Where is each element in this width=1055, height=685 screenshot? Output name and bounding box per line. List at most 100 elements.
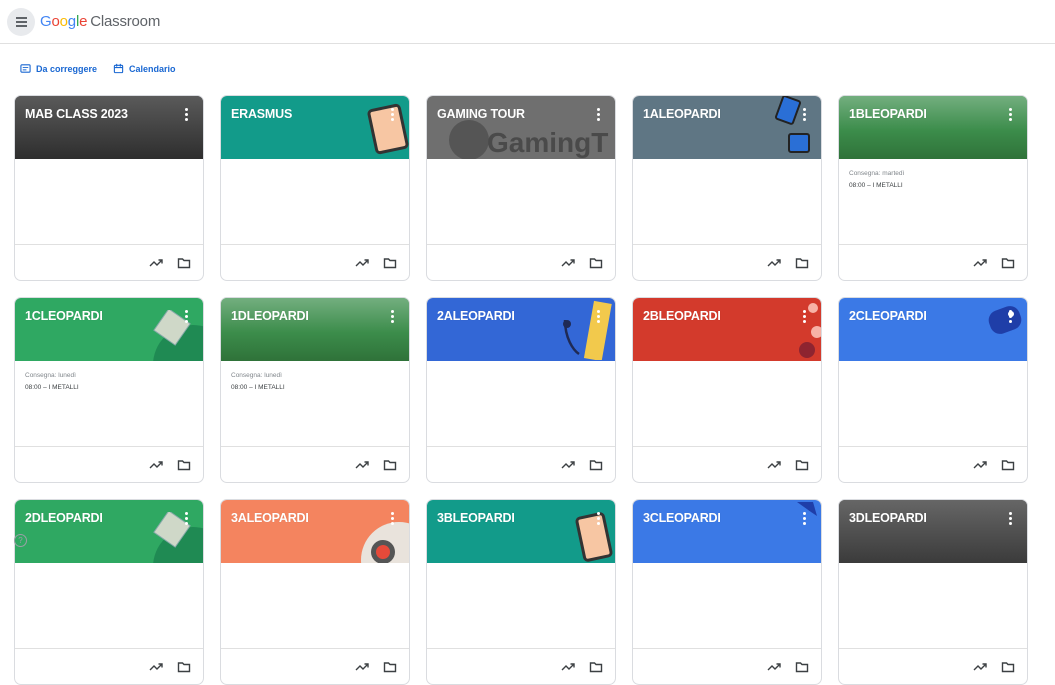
trending-up-icon[interactable] — [973, 660, 987, 674]
class-card[interactable]: 3BLEOPARDI — [426, 499, 616, 685]
folder-icon[interactable] — [1001, 660, 1015, 674]
class-title[interactable]: 3DLEOPARDI — [849, 511, 927, 525]
trending-up-icon[interactable] — [767, 458, 781, 472]
class-banner[interactable]: 3DLEOPARDI — [839, 500, 1027, 563]
trending-up-icon[interactable] — [973, 256, 987, 270]
calendar-link[interactable]: Calendario — [113, 63, 176, 74]
more-options-icon[interactable] — [181, 308, 191, 324]
help-icon[interactable]: ? — [14, 534, 27, 547]
more-options-icon[interactable] — [593, 106, 603, 122]
class-banner[interactable]: 2ALEOPARDI — [427, 298, 615, 361]
folder-icon[interactable] — [177, 660, 191, 674]
more-options-icon[interactable] — [387, 308, 397, 324]
trending-up-icon[interactable] — [561, 660, 575, 674]
folder-icon[interactable] — [383, 256, 397, 270]
class-banner[interactable]: 1ALEOPARDI — [633, 96, 821, 159]
class-title[interactable]: 1DLEOPARDI — [231, 309, 309, 323]
class-banner[interactable]: 1BLEOPARDI — [839, 96, 1027, 159]
class-card[interactable]: 1DLEOPARDI Consegna: lunedì 08:00 – I ME… — [220, 297, 410, 483]
class-card[interactable]: 3ALEOPARDI — [220, 499, 410, 685]
more-options-icon[interactable] — [181, 510, 191, 526]
folder-icon[interactable] — [589, 458, 603, 472]
more-options-icon[interactable] — [387, 106, 397, 122]
trending-up-icon[interactable] — [355, 660, 369, 674]
more-options-icon[interactable] — [799, 106, 809, 122]
folder-icon[interactable] — [589, 256, 603, 270]
class-card[interactable]: ERASMUS — [220, 95, 410, 281]
assignment-item[interactable]: 08:00 – I METALLI — [25, 382, 79, 394]
more-options-icon[interactable] — [1005, 510, 1015, 526]
trending-up-icon[interactable] — [355, 458, 369, 472]
main-menu-button[interactable] — [7, 8, 35, 36]
class-banner[interactable]: 2CLEOPARDI — [839, 298, 1027, 361]
class-card[interactable]: 3CLEOPARDI — [632, 499, 822, 685]
class-title[interactable]: 2BLEOPARDI — [643, 309, 721, 323]
folder-icon[interactable] — [177, 458, 191, 472]
class-title[interactable]: 1BLEOPARDI — [849, 107, 927, 121]
more-options-icon[interactable] — [387, 510, 397, 526]
class-card[interactable]: 3DLEOPARDI — [838, 499, 1028, 685]
app-logo[interactable]: Google Classroom — [40, 13, 160, 30]
class-banner[interactable]: MAB CLASS 2023 — [15, 96, 203, 159]
more-options-icon[interactable] — [593, 308, 603, 324]
class-card[interactable]: 1BLEOPARDI Consegna: martedì 08:00 – I M… — [838, 95, 1028, 281]
more-options-icon[interactable] — [799, 308, 809, 324]
class-title[interactable]: 2DLEOPARDI — [25, 511, 103, 525]
folder-icon[interactable] — [383, 458, 397, 472]
logo-letter: g — [67, 13, 76, 30]
class-banner[interactable]: 3ALEOPARDI — [221, 500, 409, 563]
class-card[interactable]: MAB CLASS 2023 — [14, 95, 204, 281]
to-review-link[interactable]: Da correggere — [20, 63, 97, 74]
folder-icon[interactable] — [589, 660, 603, 674]
trending-up-icon[interactable] — [355, 256, 369, 270]
class-title[interactable]: 1ALEOPARDI — [643, 107, 721, 121]
assignment-item[interactable]: 08:00 – I METALLI — [849, 180, 904, 192]
class-card[interactable]: 2DLEOPARDI — [14, 499, 204, 685]
class-title[interactable]: GAMING TOUR — [437, 107, 525, 121]
class-card[interactable]: 2BLEOPARDI — [632, 297, 822, 483]
more-options-icon[interactable] — [593, 510, 603, 526]
class-card[interactable]: 2ALEOPARDI — [426, 297, 616, 483]
more-options-icon[interactable] — [1005, 106, 1015, 122]
class-title[interactable]: 3BLEOPARDI — [437, 511, 515, 525]
folder-icon[interactable] — [1001, 458, 1015, 472]
trending-up-icon[interactable] — [973, 458, 987, 472]
folder-icon[interactable] — [795, 660, 809, 674]
assignment-item[interactable]: 08:00 – I METALLI — [231, 382, 285, 394]
class-banner[interactable]: 3CLEOPARDI — [633, 500, 821, 563]
more-options-icon[interactable] — [181, 106, 191, 122]
trending-up-icon[interactable] — [767, 660, 781, 674]
class-banner[interactable]: 2BLEOPARDI — [633, 298, 821, 361]
trending-up-icon[interactable] — [561, 256, 575, 270]
class-title[interactable]: ERASMUS — [231, 107, 292, 121]
folder-icon[interactable] — [795, 256, 809, 270]
trending-up-icon[interactable] — [149, 660, 163, 674]
more-options-icon[interactable] — [1005, 308, 1015, 324]
trending-up-icon[interactable] — [149, 256, 163, 270]
class-card[interactable]: 2CLEOPARDI — [838, 297, 1028, 483]
class-title[interactable]: 3CLEOPARDI — [643, 511, 721, 525]
class-title[interactable]: 3ALEOPARDI — [231, 511, 309, 525]
class-title[interactable]: MAB CLASS 2023 — [25, 107, 128, 121]
class-banner[interactable]: ERASMUS — [221, 96, 409, 159]
class-card[interactable]: GamingT GAMING TOUR — [426, 95, 616, 281]
to-review-label: Da correggere — [36, 63, 98, 74]
class-banner[interactable]: 1DLEOPARDI — [221, 298, 409, 361]
class-title[interactable]: 2ALEOPARDI — [437, 309, 515, 323]
class-card[interactable]: 1ALEOPARDI — [632, 95, 822, 281]
class-banner[interactable]: 3BLEOPARDI — [427, 500, 615, 563]
folder-icon[interactable] — [383, 660, 397, 674]
class-banner[interactable]: 1CLEOPARDI — [15, 298, 203, 361]
trending-up-icon[interactable] — [767, 256, 781, 270]
class-title[interactable]: 2CLEOPARDI — [849, 309, 927, 323]
folder-icon[interactable] — [177, 256, 191, 270]
class-card[interactable]: 1CLEOPARDI Consegna: lunedì 08:00 – I ME… — [14, 297, 204, 483]
class-banner[interactable]: GamingT GAMING TOUR — [427, 96, 615, 159]
trending-up-icon[interactable] — [561, 458, 575, 472]
trending-up-icon[interactable] — [149, 458, 163, 472]
class-banner[interactable]: 2DLEOPARDI — [15, 500, 203, 563]
class-title[interactable]: 1CLEOPARDI — [25, 309, 103, 323]
folder-icon[interactable] — [795, 458, 809, 472]
more-options-icon[interactable] — [799, 510, 809, 526]
folder-icon[interactable] — [1001, 256, 1015, 270]
